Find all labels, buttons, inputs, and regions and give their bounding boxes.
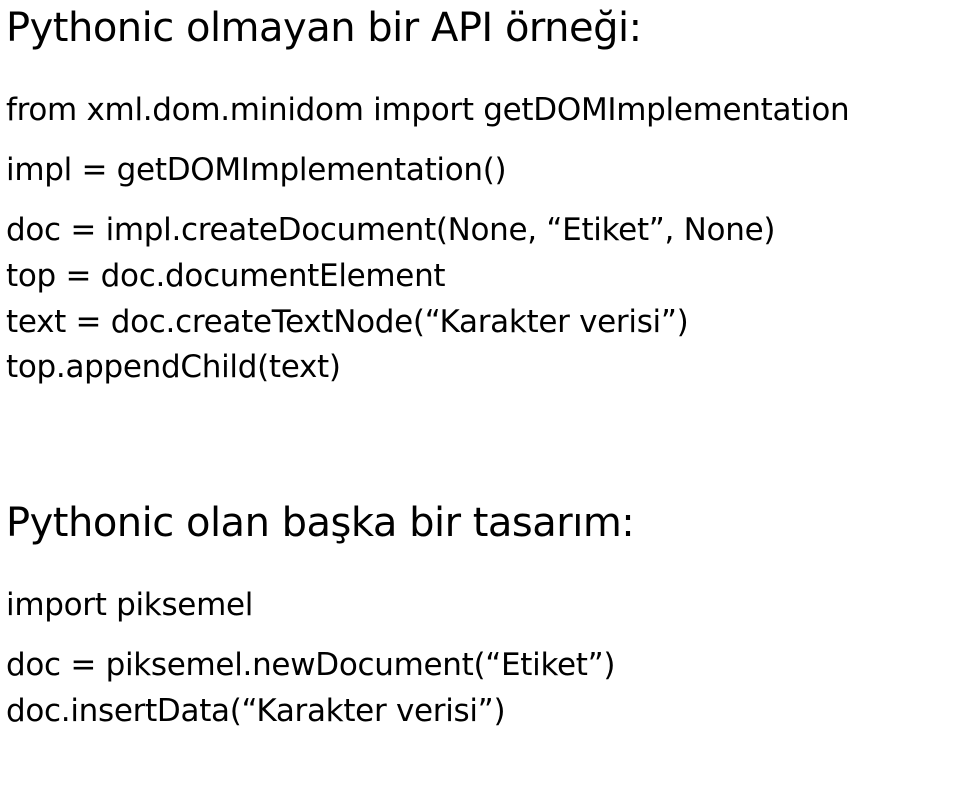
section2-heading: Pythonic olan başka bir tasarım:	[6, 499, 953, 547]
spacer	[6, 629, 953, 643]
spacer	[6, 194, 953, 208]
spacer	[6, 391, 953, 499]
spacer	[6, 134, 953, 148]
section1-code-line2: impl = getDOMImplementation()	[6, 148, 953, 194]
section1-code-line1: from xml.dom.minidom import getDOMImplem…	[6, 88, 953, 134]
section1-code-line3: doc = impl.createDocument(None, “Etiket”…	[6, 208, 953, 254]
section2-code-line3: doc.insertData(“Karakter verisi”)	[6, 689, 953, 735]
section1-code-line6: top.appendChild(text)	[6, 345, 953, 391]
document-page: Pythonic olmayan bir API örneği: from xm…	[0, 0, 959, 735]
section1-heading: Pythonic olmayan bir API örneği:	[6, 4, 953, 52]
section1-code-line5: text = doc.createTextNode(“Karakter veri…	[6, 300, 953, 346]
section2-code-line1: import piksemel	[6, 583, 953, 629]
section2-code-line2: doc = piksemel.newDocument(“Etiket”)	[6, 643, 953, 689]
section1-code-line4: top = doc.documentElement	[6, 254, 953, 300]
